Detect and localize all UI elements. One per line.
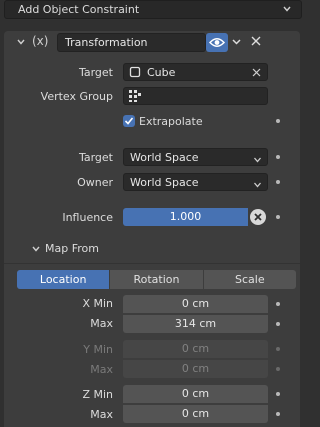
map-from-type-tabs: Location Rotation Scale [17,270,296,289]
target-space-dropdown[interactable]: World Space [123,148,268,166]
influence-label: Influence [62,211,113,224]
visibility-toggle-button[interactable] [206,33,228,52]
z-max-field[interactable]: 0 cm [123,405,268,423]
extrapolate-checkbox[interactable] [123,115,135,127]
panel-collapse-chevron-icon[interactable] [16,37,26,50]
target-space-label: Target [78,151,113,164]
constraint-name-field[interactable]: Transformation [57,33,206,52]
tab-rotation[interactable]: Rotation [110,270,204,289]
clear-icon[interactable] [252,68,261,77]
x-min-keyframe-dot[interactable] [276,302,280,306]
target-space-value: World Space [130,151,199,164]
vertex-group-icon [129,90,141,102]
owner-space-keyframe-dot[interactable] [276,180,280,184]
owner-space-dropdown[interactable]: World Space [123,173,268,191]
tab-scale[interactable]: Scale [204,270,296,289]
add-object-constraint-dropdown[interactable]: Add Object Constraint [4,0,302,19]
y-max-keyframe-dot[interactable] [276,367,280,371]
z-min-label: Z Min [82,388,113,401]
vertex-group-field[interactable] [123,87,268,105]
y-max-field[interactable]: 0 cm [123,360,268,378]
constraint-name-text: Transformation [65,36,148,49]
x-max-label: Max [90,317,113,330]
tab-location[interactable]: Location [17,270,111,289]
target-space-keyframe-dot[interactable] [276,155,280,159]
z-min-keyframe-dot[interactable] [276,392,280,396]
close-icon[interactable] [250,35,262,50]
influence-value: 1.000 [169,210,202,223]
eye-icon [208,38,226,47]
panel-divider [4,263,300,264]
target-label: Target [78,66,113,79]
checkmark-icon [124,117,134,125]
owner-space-label: Owner [77,176,113,189]
target-object-field[interactable]: Cube [123,63,268,81]
extrapolate-keyframe-dot[interactable] [276,119,280,123]
cube-object-icon [129,66,141,78]
y-min-label: Y Min [83,343,113,356]
influence-keyframe-dot[interactable] [276,215,280,219]
z-max-label: Max [90,408,113,421]
target-object-value: Cube [147,66,176,79]
chevron-down-icon [253,179,262,192]
x-min-label: X Min [82,297,113,310]
vertex-group-label: Vertex Group [40,90,113,103]
close-circle-icon [254,213,262,221]
influence-slider[interactable]: 1.000 [123,208,248,226]
add-object-constraint-label: Add Object Constraint [18,3,140,16]
chevron-down-icon [282,4,292,17]
y-max-label: Max [90,363,113,376]
x-max-keyframe-dot[interactable] [276,322,280,326]
x-max-field[interactable]: 314 cm [123,315,268,333]
disable-keep-transform-button[interactable] [250,209,266,225]
z-min-field[interactable]: 0 cm [123,385,268,403]
constraint-type-icon: (x) [32,34,49,48]
extrapolate-label: Extrapolate [139,115,203,128]
y-min-field[interactable]: 0 cm [123,340,268,358]
map-from-collapse-chevron-icon[interactable] [31,244,41,257]
owner-space-value: World Space [130,176,199,189]
z-max-keyframe-dot[interactable] [276,412,280,416]
x-min-field[interactable]: 0 cm [123,295,268,313]
map-from-title: Map From [45,242,99,255]
chevron-down-icon [253,154,262,167]
y-min-keyframe-dot[interactable] [276,347,280,351]
constraint-menu-chevron-icon[interactable] [231,37,242,50]
